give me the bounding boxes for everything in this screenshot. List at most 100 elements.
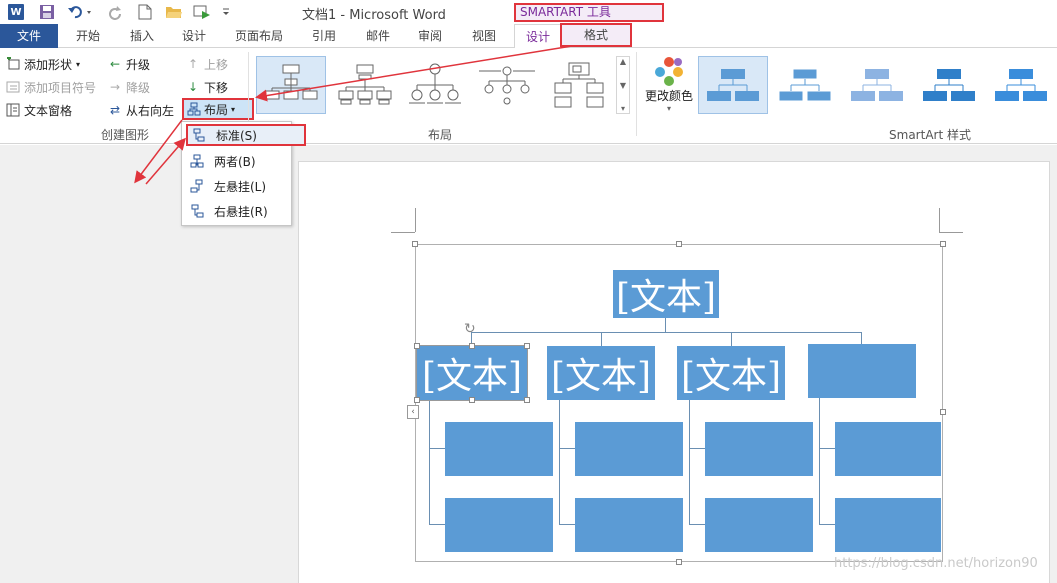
tab-file[interactable]: 文件 bbox=[0, 24, 58, 48]
smartart-style-simple-fill[interactable] bbox=[698, 56, 768, 114]
smartart-grandchild-node[interactable] bbox=[705, 498, 813, 552]
connector-line bbox=[689, 448, 705, 449]
right-to-left-label: 从右向左 bbox=[126, 103, 175, 118]
connector-line bbox=[471, 332, 861, 333]
word-logo-icon[interactable]: W bbox=[6, 2, 26, 22]
smartart-style-white-outline[interactable] bbox=[770, 56, 840, 114]
standard-layout-icon bbox=[192, 128, 206, 142]
layout-gallery-item-circle[interactable] bbox=[400, 56, 470, 114]
tab-mailings[interactable]: 邮件 bbox=[356, 24, 400, 48]
resize-handle[interactable] bbox=[524, 397, 530, 403]
tab-home[interactable]: 开始 bbox=[66, 24, 110, 48]
demote-button[interactable]: → 降级 bbox=[108, 77, 150, 97]
move-down-button[interactable]: ↓ 下移 bbox=[186, 77, 228, 97]
scroll-up-icon[interactable]: ▲ bbox=[620, 57, 626, 66]
smartart-top-node[interactable]: [文本] bbox=[613, 270, 719, 318]
smartart-grandchild-node[interactable] bbox=[445, 422, 553, 476]
connector-line bbox=[601, 332, 602, 346]
resize-handle[interactable] bbox=[676, 559, 682, 565]
resize-handle[interactable] bbox=[676, 241, 682, 247]
tab-insert[interactable]: 插入 bbox=[120, 24, 164, 48]
both-layout-icon bbox=[190, 154, 204, 168]
tab-references[interactable]: 引用 bbox=[302, 24, 346, 48]
layout-gallery-item-picture[interactable] bbox=[544, 56, 614, 114]
layout-menu-item-left-hanging[interactable]: 左悬挂(L) bbox=[186, 175, 290, 197]
smartart-tools-label: SMARTART 工具 bbox=[514, 3, 664, 22]
rotate-handle-icon[interactable]: ↻ bbox=[464, 322, 478, 336]
circle-hierarchy-icon bbox=[409, 63, 461, 104]
smartart-child-node-1[interactable]: [文本] bbox=[416, 345, 528, 401]
document-page[interactable]: ‹ [文本] [文本] ↻ [文本] [文本] bbox=[298, 161, 1050, 583]
text-pane-button[interactable]: 文本窗格 bbox=[6, 100, 72, 120]
undo-icon[interactable] bbox=[66, 2, 96, 22]
dropdown-arrow-icon: ▾ bbox=[666, 104, 671, 113]
layout-menu-item-right-hanging[interactable]: 右悬挂(R) bbox=[186, 200, 290, 222]
smartart-grandchild-node[interactable] bbox=[835, 498, 941, 552]
smartart-child-node-4[interactable] bbox=[808, 344, 916, 398]
resize-handle[interactable] bbox=[414, 343, 420, 349]
layout-button[interactable]: 布局 ▾ bbox=[182, 98, 254, 120]
smartart-child-node-2[interactable]: [文本] bbox=[547, 346, 655, 400]
right-to-left-button[interactable]: ⇄ 从右向左 bbox=[108, 100, 174, 120]
add-bullet-button[interactable]: 添加项目符号 bbox=[6, 77, 96, 97]
tab-design[interactable]: 设计 bbox=[172, 24, 216, 48]
open-folder-icon[interactable] bbox=[164, 2, 184, 22]
smartart-style-intense[interactable] bbox=[986, 56, 1056, 114]
connector-line bbox=[819, 448, 835, 449]
save-icon[interactable] bbox=[38, 2, 56, 22]
tab-page-layout[interactable]: 页面布局 bbox=[226, 24, 292, 48]
smartart-grandchild-node[interactable] bbox=[575, 422, 683, 476]
move-up-icon: ↑ bbox=[187, 57, 199, 71]
promote-button[interactable]: ← 升级 bbox=[108, 54, 150, 74]
add-shape-button[interactable]: 添加形状 ▾ bbox=[6, 54, 80, 74]
layout-gallery-item-labeled[interactable] bbox=[472, 56, 542, 114]
resize-handle[interactable] bbox=[524, 343, 530, 349]
add-bullet-label: 添加项目符号 bbox=[24, 80, 97, 95]
margin-mark bbox=[391, 232, 415, 233]
tab-review[interactable]: 审阅 bbox=[408, 24, 452, 48]
present-icon[interactable] bbox=[192, 2, 212, 22]
smartart-grandchild-node[interactable] bbox=[835, 422, 941, 476]
change-colors-label: 更改颜色 bbox=[644, 89, 693, 103]
layout-menu-label: 左悬挂(L) bbox=[214, 179, 267, 194]
smartart-child-node-3[interactable]: [文本] bbox=[677, 346, 785, 400]
tab-smartart-design[interactable]: 设计 bbox=[514, 24, 562, 49]
resize-handle[interactable] bbox=[469, 343, 475, 349]
move-down-icon: ↓ bbox=[187, 80, 199, 94]
customize-qat-icon[interactable] bbox=[220, 2, 232, 22]
picture-org-chart-icon bbox=[554, 62, 604, 108]
layout-menu-item-standard[interactable]: 标准(S) bbox=[186, 124, 306, 146]
new-document-icon[interactable] bbox=[136, 2, 154, 22]
smartart-style-moderate[interactable] bbox=[914, 56, 984, 114]
resize-handle[interactable] bbox=[940, 409, 946, 415]
layout-menu-item-both[interactable]: 两者(B) bbox=[186, 150, 290, 172]
resize-handle[interactable] bbox=[412, 241, 418, 247]
layout-gallery-item-name-title[interactable] bbox=[330, 56, 400, 114]
connector-line bbox=[559, 400, 560, 524]
resize-handle[interactable] bbox=[469, 397, 475, 403]
scroll-down-icon[interactable]: ▼ bbox=[620, 81, 626, 90]
layout-gallery-item-org-chart[interactable] bbox=[256, 56, 326, 114]
demote-label: 降级 bbox=[126, 80, 151, 95]
text-pane-toggle-icon[interactable]: ‹ bbox=[407, 405, 419, 419]
gallery-more-icon[interactable]: ▾ bbox=[621, 104, 625, 113]
layout-menu-label: 两者(B) bbox=[214, 154, 256, 169]
tab-smartart-format[interactable]: 格式 bbox=[560, 23, 632, 47]
smartart-grandchild-node[interactable] bbox=[575, 498, 683, 552]
resize-handle[interactable] bbox=[414, 397, 420, 403]
tab-view[interactable]: 视图 bbox=[462, 24, 506, 48]
margin-mark bbox=[939, 232, 963, 233]
resize-handle[interactable] bbox=[940, 241, 946, 247]
smartart-grandchild-node[interactable] bbox=[705, 422, 813, 476]
smartart-style-subtle[interactable] bbox=[842, 56, 912, 114]
style-preview-icon bbox=[707, 69, 759, 101]
org-layout-icon bbox=[187, 102, 201, 116]
smartart-grandchild-node[interactable] bbox=[445, 498, 553, 552]
layout-label: 布局 bbox=[204, 102, 229, 117]
ribbon-tabs: 文件 开始 插入 设计 页面布局 引用 邮件 审阅 视图 设计 格式 bbox=[0, 23, 1057, 49]
layout-gallery-scroll[interactable]: ▲ ▼ ▾ bbox=[616, 56, 630, 114]
move-up-label: 上移 bbox=[204, 57, 229, 72]
move-up-button[interactable]: ↑ 上移 bbox=[186, 54, 228, 74]
change-colors-button[interactable]: 更改颜色 ▾ bbox=[642, 54, 696, 124]
redo-icon[interactable] bbox=[106, 2, 124, 22]
